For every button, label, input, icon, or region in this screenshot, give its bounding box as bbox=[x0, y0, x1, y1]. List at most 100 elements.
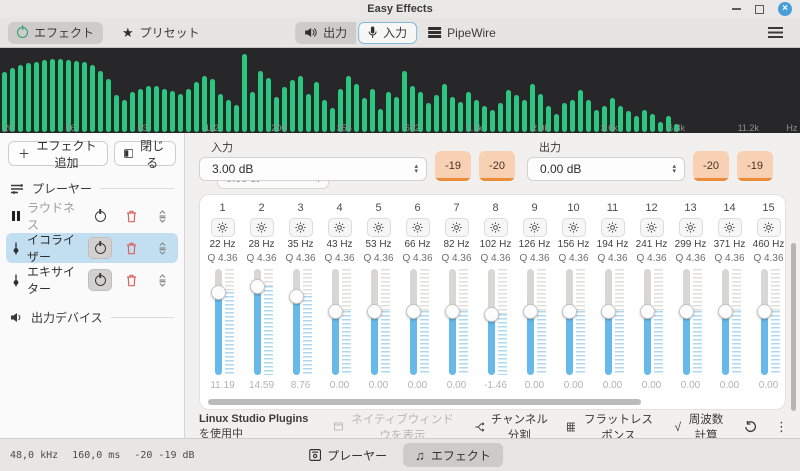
band-settings-button[interactable] bbox=[718, 218, 742, 237]
plugin-power-button[interactable] bbox=[88, 205, 112, 227]
band-settings-button[interactable] bbox=[250, 218, 274, 237]
presets-button[interactable]: ★ プリセット bbox=[113, 22, 209, 44]
slider-handle[interactable] bbox=[523, 304, 538, 319]
band-settings-button[interactable] bbox=[367, 218, 391, 237]
slider-handle[interactable] bbox=[757, 304, 772, 319]
band-settings-button[interactable] bbox=[679, 218, 703, 237]
plugin-row-exciter[interactable]: エキサイター bbox=[6, 265, 178, 295]
band-settings-button[interactable] bbox=[484, 218, 508, 237]
input-tab-button[interactable]: 入力 bbox=[358, 22, 417, 44]
band-settings-button[interactable] bbox=[562, 218, 586, 237]
close-sidebar-button[interactable]: 閉じる bbox=[114, 141, 176, 166]
band-gain-slider[interactable] bbox=[481, 269, 511, 375]
band-gain-slider[interactable] bbox=[637, 269, 667, 375]
slider-track bbox=[488, 269, 495, 375]
band-settings-button[interactable] bbox=[289, 218, 313, 237]
slider-handle[interactable] bbox=[718, 304, 733, 319]
close-icon[interactable]: × bbox=[778, 2, 792, 16]
band-settings-button[interactable] bbox=[406, 218, 430, 237]
spinner-arrows-icon[interactable]: ▴▾ bbox=[414, 164, 418, 174]
slider-handle[interactable] bbox=[679, 304, 694, 319]
eq-band-column: 8102 HzQ 4.36-1.46 bbox=[476, 202, 515, 409]
slider-handle[interactable] bbox=[640, 304, 655, 319]
band-gain-value: 0.00 bbox=[681, 380, 700, 391]
slider-handle[interactable] bbox=[289, 289, 304, 304]
maximize-icon[interactable] bbox=[755, 5, 764, 14]
slider-handle[interactable] bbox=[250, 279, 265, 294]
plugin-power-button[interactable] bbox=[88, 237, 112, 259]
plugin-delete-button[interactable] bbox=[119, 237, 143, 259]
input-gain-spinbutton[interactable]: 3.00 dB ▴▾ bbox=[199, 157, 427, 181]
band-settings-button[interactable] bbox=[523, 218, 547, 237]
menu-button[interactable] bbox=[759, 22, 792, 44]
minimize-icon[interactable] bbox=[732, 8, 741, 10]
slider-handle[interactable] bbox=[367, 304, 382, 319]
plugin-delete-button[interactable] bbox=[119, 269, 143, 291]
band-gain-slider[interactable] bbox=[676, 269, 706, 375]
band-gain-slider[interactable] bbox=[325, 269, 355, 375]
band-settings-button[interactable] bbox=[445, 218, 469, 237]
band-settings-button[interactable] bbox=[211, 218, 235, 237]
slider-handle[interactable] bbox=[211, 285, 226, 300]
split-channels-button[interactable]: チャンネル分割 bbox=[475, 411, 548, 439]
band-gain-slider[interactable] bbox=[364, 269, 394, 375]
spinner-arrows-icon[interactable]: ▴▾ bbox=[672, 164, 676, 174]
main-area: ＋ エフェクト追加 閉じる プレーヤー ラウドネス イコライザー bbox=[0, 133, 800, 438]
slider-ticks bbox=[342, 269, 351, 375]
ticks-upper bbox=[381, 269, 390, 311]
band-gain-slider[interactable] bbox=[286, 269, 316, 375]
band-settings-button[interactable] bbox=[757, 218, 781, 237]
ticks-lower bbox=[693, 311, 702, 375]
output-level-right-badge: -19 bbox=[737, 151, 773, 181]
band-gain-slider[interactable] bbox=[715, 269, 745, 375]
horizontal-scrollbar[interactable] bbox=[208, 399, 641, 405]
vertical-scrollbar[interactable] bbox=[791, 243, 796, 411]
band-gain-slider[interactable] bbox=[598, 269, 628, 375]
band-gain-slider[interactable] bbox=[559, 269, 589, 375]
plugin-drag-handle[interactable] bbox=[150, 205, 174, 227]
microphone-icon bbox=[368, 26, 377, 39]
slider-handle[interactable] bbox=[601, 304, 616, 319]
eq-band-column: 122 HzQ 4.3611.19 bbox=[203, 202, 242, 409]
slider-handle[interactable] bbox=[328, 304, 343, 319]
slider-handle[interactable] bbox=[406, 304, 421, 319]
band-gain-slider[interactable] bbox=[247, 269, 277, 375]
plugin-drag-handle[interactable] bbox=[150, 269, 174, 291]
gear-icon bbox=[373, 222, 384, 233]
slider-handle[interactable] bbox=[484, 307, 499, 322]
band-gain-slider[interactable] bbox=[520, 269, 550, 375]
equalizer-panel: 0.00 st 入力 3.00 dB ▴▾ -19 -20 出力 0.00 dB… bbox=[185, 133, 800, 438]
effects-tab-button[interactable]: ♫ エフェクト bbox=[403, 443, 503, 467]
pipewire-tab-button[interactable]: PipeWire bbox=[419, 22, 505, 44]
flat-response-button[interactable]: フラットレスポンス bbox=[567, 411, 657, 439]
band-gain-slider[interactable] bbox=[442, 269, 472, 375]
players-tab-button[interactable]: プレーヤー bbox=[297, 443, 399, 467]
plugin-delete-button[interactable] bbox=[119, 205, 143, 227]
output-gain-spinbutton[interactable]: 0.00 dB ▴▾ bbox=[527, 157, 685, 181]
ticks-upper bbox=[342, 269, 351, 311]
gear-icon bbox=[451, 222, 462, 233]
plugin-row-equalizer[interactable]: イコライザー bbox=[6, 233, 178, 263]
more-options-button[interactable]: ⋮ bbox=[775, 419, 788, 435]
plugin-row-loudness[interactable]: ラウドネス bbox=[6, 201, 178, 231]
slider-handle[interactable] bbox=[445, 304, 460, 319]
band-settings-button[interactable] bbox=[601, 218, 625, 237]
slider-handle[interactable] bbox=[562, 304, 577, 319]
plugin-power-button[interactable] bbox=[88, 269, 112, 291]
band-settings-button[interactable] bbox=[328, 218, 352, 237]
band-gain-slider[interactable] bbox=[403, 269, 433, 375]
output-tab-button[interactable]: 出力 bbox=[295, 22, 356, 44]
plugin-drag-handle[interactable] bbox=[150, 237, 174, 259]
calculate-frequencies-button[interactable]: √ 周波数計算 bbox=[674, 411, 726, 439]
band-gain-slider[interactable] bbox=[754, 269, 784, 375]
global-bypass-button[interactable]: エフェクト bbox=[8, 22, 103, 44]
reset-button[interactable] bbox=[744, 421, 757, 433]
add-effect-button[interactable]: ＋ エフェクト追加 bbox=[8, 141, 108, 166]
band-q-factor: Q 4.36 bbox=[246, 253, 276, 266]
slider-ticks bbox=[381, 269, 390, 375]
band-settings-button[interactable] bbox=[640, 218, 664, 237]
ticks-lower bbox=[771, 311, 780, 375]
gear-icon bbox=[256, 222, 267, 233]
spectrum-analyzer: 2036631122003566321.1k2.0k3.6k6.3k11.2kH… bbox=[0, 48, 800, 133]
band-gain-slider[interactable] bbox=[208, 269, 238, 375]
